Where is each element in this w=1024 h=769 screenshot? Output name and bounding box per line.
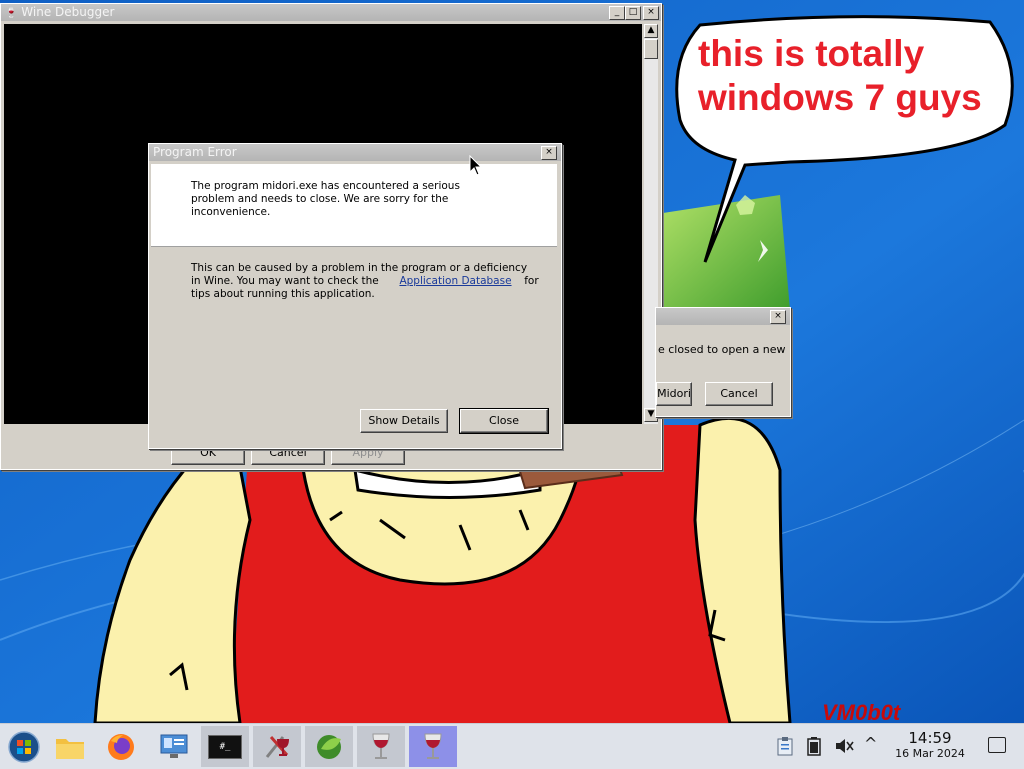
background-dialog-titlebar[interactable]: × xyxy=(656,308,790,325)
terminal-prompt-text: #_ xyxy=(219,741,231,752)
battery-icon xyxy=(807,737,821,756)
error-message: The program midori.exe has encountered a… xyxy=(191,180,460,218)
start-button[interactable] xyxy=(0,726,48,767)
message-panel: The program midori.exe has encountered a… xyxy=(151,164,557,247)
scroll-up-arrow-icon[interactable]: ▲ xyxy=(644,24,658,38)
midori-icon xyxy=(317,734,341,759)
clock-date: 16 Mar 2024 xyxy=(895,747,965,760)
detail-line2-suffix: for xyxy=(524,275,539,287)
cancel-button[interactable]: Cancel xyxy=(705,382,773,406)
wine-glass-icon xyxy=(372,733,390,759)
speech-bubble-text: this is totally windows 7 guys xyxy=(698,32,998,120)
detail-line3: tips about running this application. xyxy=(191,288,375,300)
scroll-thumb[interactable] xyxy=(644,39,658,59)
signature-text: VM0b0t xyxy=(822,700,901,724)
taskbar-firefox[interactable] xyxy=(97,726,145,767)
wine-tools-icon xyxy=(265,735,289,758)
speech-bubble-line2: windows 7 guys xyxy=(698,77,982,118)
clock-time: 14:59 xyxy=(908,729,952,747)
show-desktop-button[interactable] xyxy=(988,737,1006,753)
background-dialog-message: e closed to open a new xyxy=(658,343,786,356)
taskbar: #_ ^ 14:59 16 Mar 2024 xyxy=(0,723,1024,769)
program-error-dialog: Program Error × The program midori.exe h… xyxy=(148,143,562,449)
taskbar-control-panel[interactable] xyxy=(150,726,198,767)
detail-line2: in Wine. You may want to check the Appli… xyxy=(191,275,541,288)
application-database-link[interactable]: Application Database xyxy=(399,275,511,287)
detail-line2-prefix: in Wine. You may want to check the xyxy=(191,275,379,287)
file-manager-icon xyxy=(56,738,84,759)
show-details-button[interactable]: Show Details xyxy=(360,409,448,433)
close-button[interactable]: × xyxy=(541,146,557,160)
clipboard-icon xyxy=(777,737,793,756)
taskbar-wine-tools[interactable] xyxy=(253,726,301,767)
wine-glass-icon: 🍷 xyxy=(5,8,18,19)
mouse-cursor-icon xyxy=(469,155,483,176)
taskbar-file-manager[interactable] xyxy=(46,726,94,767)
speech-bubble-line1: this is totally xyxy=(698,33,925,74)
battery-tray-icon[interactable] xyxy=(806,736,822,759)
wine-glass-icon xyxy=(424,733,442,759)
taskbar-wine-1[interactable] xyxy=(357,726,405,767)
taskbar-wine-2[interactable] xyxy=(409,726,457,767)
volume-muted-icon xyxy=(836,739,854,753)
terminal-icon: #_ xyxy=(208,734,242,759)
clipboard-tray-icon[interactable] xyxy=(776,736,794,759)
taskbar-terminal[interactable]: #_ xyxy=(201,726,249,767)
window-title: Wine Debugger xyxy=(21,5,115,19)
midori-button[interactable]: Midori xyxy=(656,382,692,406)
maximize-button[interactable]: □ xyxy=(625,6,641,20)
control-panel-icon xyxy=(160,734,188,758)
background-dialog: × e closed to open a new Midori Cancel xyxy=(655,307,791,417)
volume-muted-tray-icon[interactable] xyxy=(834,736,854,759)
program-error-titlebar[interactable]: Program Error × xyxy=(149,144,561,161)
tray-expand-arrow[interactable]: ^ xyxy=(864,734,877,753)
close-dialog-button[interactable]: Close xyxy=(459,408,549,434)
firefox-icon xyxy=(108,733,134,760)
detail-line1: This can be caused by a problem in the p… xyxy=(191,262,528,274)
clock[interactable]: 14:59 16 Mar 2024 xyxy=(888,729,972,761)
close-button[interactable]: × xyxy=(643,6,659,20)
start-orb-icon xyxy=(8,730,40,763)
close-button[interactable]: × xyxy=(770,310,786,324)
taskbar-midori[interactable] xyxy=(305,726,353,767)
minimize-button[interactable]: _ xyxy=(609,6,625,20)
detail-text: This can be caused by a problem in the p… xyxy=(191,262,541,301)
dialog-title: Program Error xyxy=(153,145,237,159)
wine-debugger-titlebar[interactable]: 🍷 Wine Debugger _ □ × xyxy=(1,4,661,21)
